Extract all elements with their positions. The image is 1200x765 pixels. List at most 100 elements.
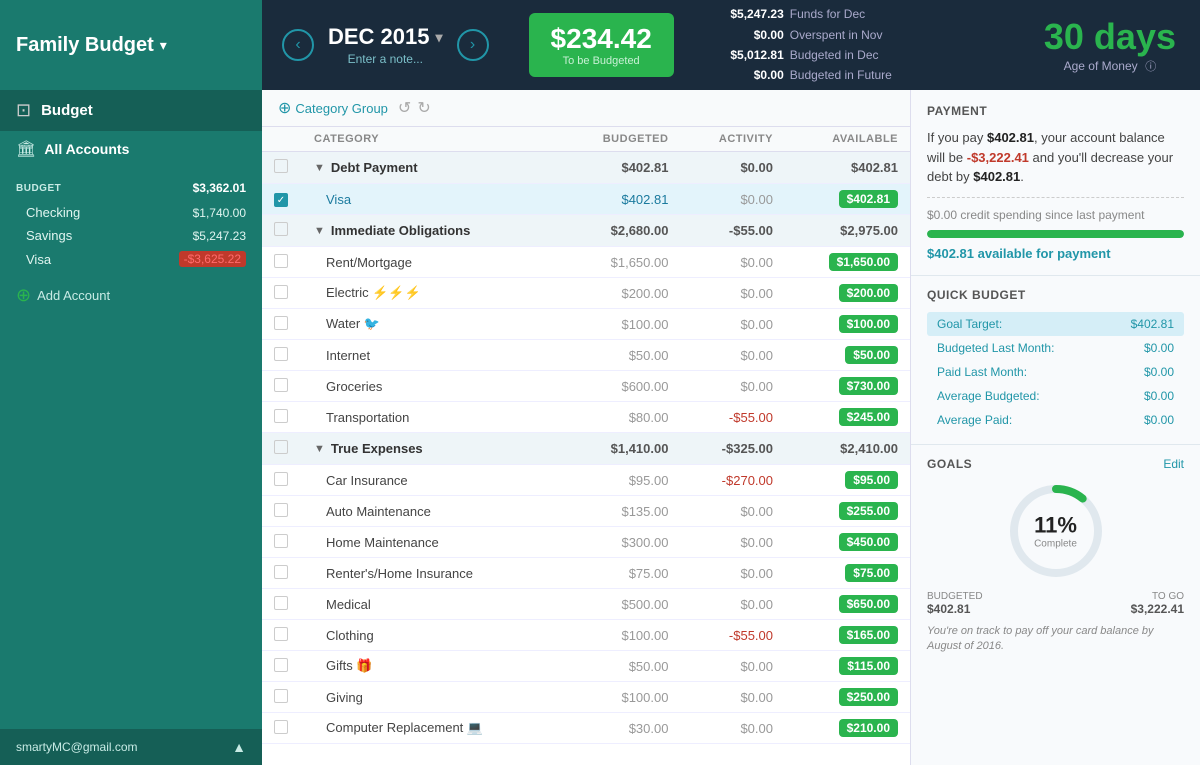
item-checkbox[interactable] — [274, 720, 288, 734]
budget-toolbar: ⊕ Category Group ↺ ↻ — [262, 90, 910, 127]
item-checkbox[interactable] — [274, 409, 288, 423]
goals-footer: BUDGETED $402.81 TO GO $3,222.41 — [927, 591, 1184, 616]
item-checkbox[interactable] — [274, 254, 288, 268]
quick-budget-section: QUICK BUDGET Goal Target:$402.81Budgeted… — [911, 276, 1200, 445]
item-checkbox[interactable] — [274, 596, 288, 610]
right-panel: PAYMENT If you pay $402.81, your account… — [910, 90, 1200, 765]
table-row[interactable]: Auto Maintenance $135.00 $0.00 $255.00 — [262, 496, 910, 527]
table-row[interactable]: Renter's/Home Insurance $75.00 $0.00 $75… — [262, 558, 910, 589]
redo-button[interactable]: ↻ — [417, 98, 430, 118]
table-row[interactable]: Clothing $100.00 -$55.00 $165.00 — [262, 620, 910, 651]
sidebar-collapse-icon[interactable]: ▲ — [232, 739, 246, 755]
quick-budget-value: $0.00 — [1144, 413, 1174, 427]
table-row[interactable]: Computer Replacement 💻 $30.00 $0.00 $210… — [262, 713, 910, 744]
item-budgeted: $100.00 — [560, 620, 680, 651]
next-month-button[interactable]: › — [457, 29, 489, 61]
table-header-row: CATEGORY BUDGETED ACTIVITY AVAILABLE — [262, 127, 910, 152]
item-budgeted: $100.00 — [560, 682, 680, 713]
sidebar-item-checking[interactable]: Checking $1,740.00 — [0, 201, 262, 224]
item-available: $730.00 — [785, 371, 910, 402]
header-note[interactable]: Enter a note... — [328, 52, 443, 66]
table-row[interactable]: Home Maintenance $300.00 $0.00 $450.00 — [262, 527, 910, 558]
item-checkbox[interactable] — [274, 627, 288, 641]
item-name: Renter's/Home Insurance — [302, 558, 560, 589]
all-accounts-row[interactable]: 🏛 All Accounts — [0, 131, 262, 167]
item-budgeted: $80.00 — [560, 402, 680, 433]
group-caret-icon[interactable]: ▼ — [314, 443, 325, 455]
item-name: Transportation — [302, 402, 560, 433]
group-caret-icon[interactable]: ▼ — [314, 225, 325, 237]
quick-budget-row[interactable]: Average Paid: $0.00 — [927, 408, 1184, 432]
item-activity: $0.00 — [680, 527, 785, 558]
table-row[interactable]: ▼ Debt Payment $402.81 $0.00 $402.81 — [262, 152, 910, 184]
table-row[interactable]: Car Insurance $95.00 -$270.00 $95.00 — [262, 465, 910, 496]
budget-icon: ⊡ — [16, 100, 31, 121]
item-name: Visa — [302, 184, 560, 215]
item-checkbox[interactable] — [274, 534, 288, 548]
prev-month-button[interactable]: ‹ — [282, 29, 314, 61]
item-checkbox[interactable] — [274, 503, 288, 517]
group-budgeted: $2,680.00 — [560, 215, 680, 247]
item-activity: -$270.00 — [680, 465, 785, 496]
table-row[interactable]: Giving $100.00 $0.00 $250.00 — [262, 682, 910, 713]
table-row[interactable]: ▼ Immediate Obligations $2,680.00 -$55.0… — [262, 215, 910, 247]
item-checkbox[interactable] — [274, 347, 288, 361]
undo-button[interactable]: ↺ — [398, 98, 411, 118]
quick-budget-row[interactable]: Goal Target:$402.81 — [927, 312, 1184, 336]
funds-amount-2: $0.00 — [714, 25, 784, 45]
table-row[interactable]: ▼ True Expenses $1,410.00 -$325.00 $2,41… — [262, 433, 910, 465]
sidebar-item-visa[interactable]: Visa -$3,625.22 — [0, 247, 262, 271]
user-email: smartyMC@gmail.com — [16, 740, 138, 754]
add-category-button[interactable]: ⊕ Category Group — [278, 98, 388, 118]
goals-edit-link[interactable]: Edit — [1163, 457, 1184, 471]
table-row[interactable]: Transportation $80.00 -$55.00 $245.00 — [262, 402, 910, 433]
item-checkbox[interactable] — [274, 565, 288, 579]
group-available: $2,975.00 — [785, 215, 910, 247]
table-row[interactable]: Medical $500.00 $0.00 $650.00 — [262, 589, 910, 620]
item-budgeted: $1,650.00 — [560, 247, 680, 278]
item-activity: $0.00 — [680, 651, 785, 682]
item-available: $255.00 — [785, 496, 910, 527]
quick-budget-row[interactable]: Paid Last Month:$0.00 — [927, 360, 1184, 384]
table-row[interactable]: Internet $50.00 $0.00 $50.00 — [262, 340, 910, 371]
item-checkbox[interactable] — [274, 285, 288, 299]
item-activity: $0.00 — [680, 278, 785, 309]
quick-budget-row[interactable]: Budgeted Last Month:$0.00 — [927, 336, 1184, 360]
item-checkbox[interactable] — [274, 658, 288, 672]
title-caret-icon[interactable]: ▾ — [160, 37, 167, 54]
item-available: $115.00 — [785, 651, 910, 682]
decrease-amount: $402.81 — [973, 169, 1020, 184]
sidebar-budget-nav[interactable]: ⊡ Budget — [0, 90, 262, 131]
age-info-icon[interactable]: ⓘ — [1145, 61, 1156, 73]
group-checkbox[interactable] — [274, 222, 288, 236]
quick-budget-label: Average Paid: — [937, 413, 1012, 427]
item-name: Internet — [302, 340, 560, 371]
group-checkbox[interactable] — [274, 440, 288, 454]
item-checkbox[interactable]: ✓ — [274, 193, 288, 207]
item-checkbox[interactable] — [274, 378, 288, 392]
table-row[interactable]: ✓ Visa $402.81 $0.00 $402.81 — [262, 184, 910, 215]
table-row[interactable]: Groceries $600.00 $0.00 $730.00 — [262, 371, 910, 402]
add-account-button[interactable]: ⊕ Add Account — [0, 275, 262, 316]
month-caret-icon[interactable]: ▾ — [436, 29, 443, 46]
item-checkbox[interactable] — [274, 472, 288, 486]
item-checkbox[interactable] — [274, 316, 288, 330]
item-activity: $0.00 — [680, 682, 785, 713]
item-name: Water 🐦 — [302, 309, 560, 340]
quick-budget-label: Goal Target: — [937, 317, 1002, 331]
item-activity: $0.00 — [680, 340, 785, 371]
quick-budget-row[interactable]: Average Budgeted:$0.00 — [927, 384, 1184, 408]
budget-section-amount: $3,362.01 — [193, 181, 246, 195]
funds-row-1: $5,247.23 Funds for Dec — [714, 4, 1000, 24]
item-available: $450.00 — [785, 527, 910, 558]
quick-budget-label: Paid Last Month: — [937, 365, 1027, 379]
table-row[interactable]: Rent/Mortgage $1,650.00 $0.00 $1,650.00 — [262, 247, 910, 278]
group-caret-icon[interactable]: ▼ — [314, 162, 325, 174]
item-checkbox[interactable] — [274, 689, 288, 703]
item-name: Home Maintenance — [302, 527, 560, 558]
sidebar-item-savings[interactable]: Savings $5,247.23 — [0, 224, 262, 247]
group-checkbox[interactable] — [274, 159, 288, 173]
table-row[interactable]: Water 🐦 $100.00 $0.00 $100.00 — [262, 309, 910, 340]
table-row[interactable]: Electric ⚡⚡⚡ $200.00 $0.00 $200.00 — [262, 278, 910, 309]
table-row[interactable]: Gifts 🎁 $50.00 $0.00 $115.00 — [262, 651, 910, 682]
